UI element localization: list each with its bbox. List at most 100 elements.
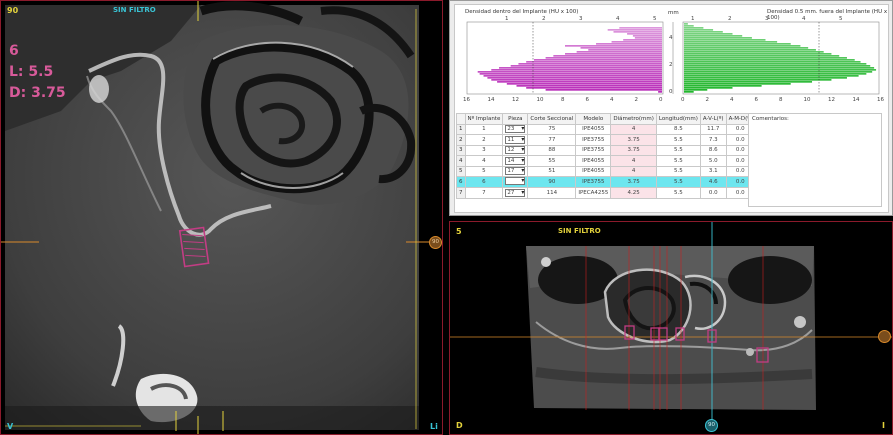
axial-slice-marker[interactable]: 90: [705, 419, 718, 432]
sagittal-view[interactable]: 90 SIN FILTRO 6 L: 5.5 D: 3.75 V Li 90: [0, 0, 443, 435]
slice-position-marker[interactable]: 90: [429, 236, 442, 249]
left-histogram-bar: [497, 81, 662, 83]
table-row[interactable]: 221177IPE37553.755.57.30.0: [456, 134, 756, 146]
row-number[interactable]: 7: [456, 187, 466, 199]
filter-label: SIN FILTRO: [113, 6, 156, 14]
left-histogram-bar: [611, 41, 662, 43]
table-cell-modelo: IPE4055: [575, 165, 612, 177]
implant-length: L: 5.5: [9, 64, 54, 80]
tooth-select-cell: [502, 176, 529, 188]
mm-tick: 0: [669, 89, 673, 95]
left-histogram-bar: [553, 55, 662, 57]
table-cell-avl: 11.7: [699, 123, 727, 135]
column-header[interactable]: Longitud(mm): [655, 113, 701, 125]
right-histogram-bar: [684, 75, 859, 77]
axial-ct-image: [450, 222, 892, 434]
left-x-tick: 2: [634, 97, 639, 103]
table-cell-long: 5.5: [655, 155, 701, 167]
row-number[interactable]: 3: [456, 144, 466, 156]
left-x-tick: 16: [463, 97, 470, 103]
table-row[interactable]: 112375IPE405548.511.70.0: [456, 123, 756, 135]
table-cell-id: 2: [464, 134, 504, 146]
mm-axis-label: mm: [668, 10, 679, 16]
right-histogram-bar: [684, 27, 704, 29]
tooth-select[interactable]: 17: [505, 167, 526, 176]
left-top-tick: 4: [616, 16, 620, 22]
right-histogram-bar: [684, 53, 832, 55]
orientation-label-bottom-left: V: [7, 422, 14, 431]
table-row[interactable]: 551751IPE405545.53.10.0: [456, 165, 756, 177]
column-header[interactable]: Nº Implante: [464, 113, 504, 125]
table-cell-long: 5.5: [655, 187, 701, 199]
left-histogram-bar: [619, 27, 662, 29]
row-number[interactable]: 6: [456, 176, 466, 188]
right-histogram-bar: [684, 79, 832, 81]
row-number[interactable]: 2: [456, 134, 466, 146]
left-histogram-bar: [479, 73, 662, 75]
right-top-tick: 2: [728, 16, 732, 22]
table-row[interactable]: 7727114IPECA42554.255.50.00.0: [456, 187, 756, 199]
table-row[interactable]: 441455IPE405545.55.00.0: [456, 155, 756, 167]
row-number[interactable]: 1: [456, 123, 466, 135]
right-histogram-bar: [684, 41, 778, 43]
left-top-tick: 2: [542, 16, 546, 22]
table-cell-corte: 75: [527, 123, 577, 135]
tooth-select[interactable]: 27: [505, 188, 526, 197]
table-cell-id: 1: [464, 123, 504, 135]
right-histogram-bar: [684, 63, 867, 65]
right-histogram-bar: [684, 91, 694, 93]
mm-tick: 4: [669, 35, 673, 41]
implant-table[interactable]: Nº Implante Pieza Corte Seccional Modelo Diá…: [456, 113, 756, 199]
comments-field[interactable]: Comentarios:: [748, 113, 882, 207]
table-cell-diam: 4: [610, 155, 657, 167]
right-histogram-bar: [684, 39, 766, 41]
right-histogram-bar: [684, 81, 813, 83]
right-histogram-bar: [684, 69, 877, 71]
right-histogram-bar: [684, 83, 791, 85]
left-histogram-bar: [506, 83, 662, 85]
column-header[interactable]: Diámetro(mm): [610, 113, 657, 125]
table-cell-diam: 3.75: [610, 144, 657, 156]
axial-orientation-right: I: [882, 421, 885, 430]
tooth-select[interactable]: 14: [505, 156, 526, 165]
left-histogram-bar: [596, 43, 662, 45]
row-number[interactable]: 5: [456, 165, 466, 177]
tooth-select[interactable]: 12: [505, 146, 526, 155]
right-histogram-title: Densidad 0.5 mm. fuera del Implante (HU …: [767, 9, 888, 21]
right-x-tick: 16: [877, 97, 884, 103]
right-histogram-bar: [684, 23, 688, 25]
tooth-select-cell: 27: [502, 187, 529, 199]
column-header[interactable]: A-V-L(º): [699, 113, 727, 125]
tooth-select-cell: 17: [502, 165, 529, 177]
right-histogram-bar: [684, 89, 708, 91]
axial-view[interactable]: 5 SIN FILTRO D I 90: [449, 221, 893, 435]
column-header[interactable]: Modelo: [575, 113, 612, 125]
row-number[interactable]: 4: [456, 155, 466, 167]
left-histogram-bar: [632, 35, 662, 37]
left-histogram-bar: [510, 65, 662, 67]
column-header[interactable]: Pieza: [502, 113, 529, 125]
left-top-tick: 1: [505, 16, 509, 22]
table-cell-diam: 4.25: [610, 187, 657, 199]
left-histogram-bar: [491, 69, 662, 71]
table-cell-corte: 90: [527, 176, 577, 188]
left-histogram-bar: [580, 47, 662, 49]
right-histogram-bar: [684, 71, 873, 73]
tooth-select[interactable]: 11: [505, 135, 526, 144]
column-header[interactable]: Corte Seccional: [527, 113, 577, 125]
right-histogram-bar: [684, 51, 824, 53]
view-corner-label: 90: [7, 6, 19, 15]
table-cell-modelo: IPE3755: [575, 176, 612, 188]
table-cell-modelo: IPECA4255: [575, 187, 612, 199]
right-histogram-bar: [684, 55, 840, 57]
left-histogram-title: Densidad dentro del Implante (HU x 100): [465, 9, 579, 15]
left-x-tick: 0: [659, 97, 663, 103]
tooth-select-cell: 11: [502, 134, 529, 146]
tooth-select[interactable]: [505, 177, 526, 185]
tooth-select[interactable]: 23: [505, 125, 526, 134]
table-row[interactable]: 6690IPE37553.755.54.60.0: [456, 176, 756, 188]
axial-horizontal-marker[interactable]: [878, 330, 891, 343]
right-top-tick: 4: [802, 16, 806, 22]
left-histogram-bar: [487, 77, 662, 79]
table-row[interactable]: 331288IPE37553.755.58.60.0: [456, 144, 756, 156]
